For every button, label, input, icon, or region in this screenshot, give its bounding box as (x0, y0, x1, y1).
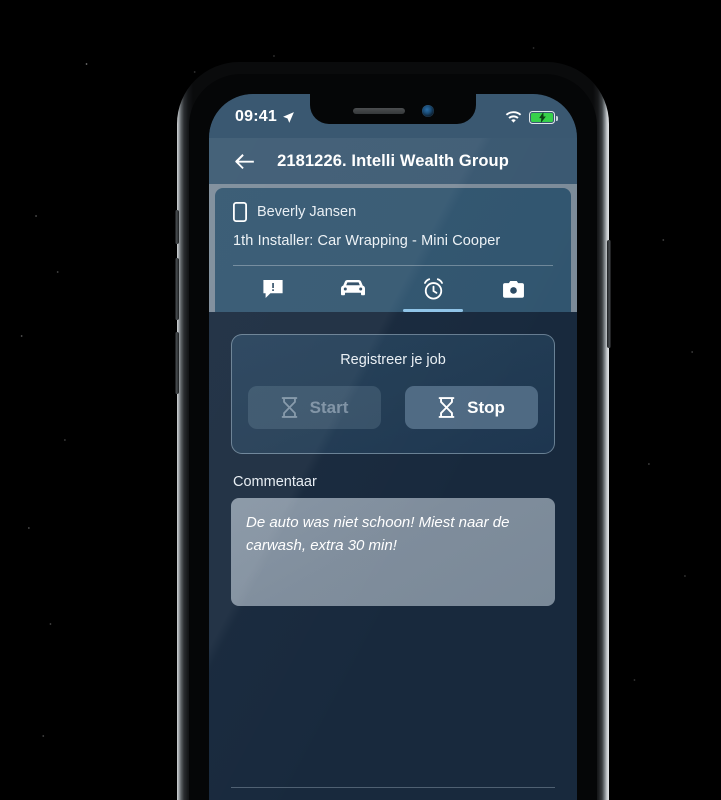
stop-button[interactable]: Stop (405, 386, 538, 429)
status-time: 09:41 (235, 108, 277, 125)
front-camera-icon (421, 105, 434, 117)
job-info-card: Beverly Jansen 1th Installer: Car Wrappi… (215, 188, 571, 312)
start-button-label: Start (309, 397, 349, 417)
earpiece-speaker-icon (352, 108, 405, 114)
active-tab-indicator (402, 308, 464, 312)
back-arrow-icon (234, 153, 254, 169)
contact-row: Beverly Jansen (233, 202, 553, 233)
tab-timer[interactable] (393, 266, 473, 312)
alarm-clock-icon (423, 277, 443, 300)
battery-fill (531, 111, 553, 123)
battery-charging-icon (529, 110, 558, 124)
card-rail: Beverly Jansen 1th Installer: Car Wrappi… (209, 184, 577, 312)
job-registration-panel: Registreer je job Start Stop (231, 334, 555, 454)
mobile-phone-icon (233, 202, 247, 222)
comment-alert-icon (263, 280, 283, 298)
status-bar-left: 09:41 (235, 106, 295, 126)
back-button[interactable] (227, 144, 261, 178)
tab-photos[interactable] (473, 266, 553, 312)
hourglass-icon (281, 397, 297, 418)
volume-up-button[interactable] (175, 258, 179, 320)
registration-buttons: Start Stop (248, 386, 538, 429)
status-bar-right (505, 109, 558, 124)
charging-bolt-icon (538, 111, 546, 123)
phone-screen: 09:41 2181226. Intelli Wealth Group Beve… (209, 94, 577, 800)
phone-device: 09:41 2181226. Intelli Wealth Group Beve… (175, 62, 611, 800)
tab-car[interactable] (313, 266, 393, 312)
job-description: 1th Installer: Car Wrapping - Mini Coope… (233, 233, 501, 249)
volume-down-button[interactable] (175, 332, 179, 394)
footer-bar: Sluit Job (231, 787, 555, 800)
start-button[interactable]: Start (248, 386, 381, 429)
location-arrow-icon (283, 111, 294, 123)
display-notch (310, 94, 476, 124)
navigation-header: 2181226. Intelli Wealth Group (209, 138, 577, 184)
comment-label: Commentaar (233, 474, 317, 490)
contact-name: Beverly Jansen (257, 204, 357, 220)
tab-notes[interactable] (233, 266, 313, 312)
comment-input[interactable]: De auto was niet schoon! Miest naar de c… (231, 498, 555, 606)
tab-bar (233, 265, 553, 312)
wifi-icon (505, 110, 522, 123)
page-body: Beverly Jansen 1th Installer: Car Wrappi… (209, 184, 577, 800)
stop-button-label: Stop (467, 397, 505, 417)
mute-switch[interactable] (175, 210, 179, 244)
hourglass-icon (438, 397, 455, 418)
registration-title: Registreer je job (340, 352, 446, 368)
page-title: 2181226. Intelli Wealth Group (277, 151, 509, 170)
power-button[interactable] (607, 240, 611, 348)
main-content: Registreer je job Start Stop Commentaar … (209, 312, 577, 800)
car-icon (341, 279, 365, 296)
phone-bezel: 09:41 2181226. Intelli Wealth Group Beve… (189, 74, 597, 800)
camera-icon (502, 280, 524, 298)
